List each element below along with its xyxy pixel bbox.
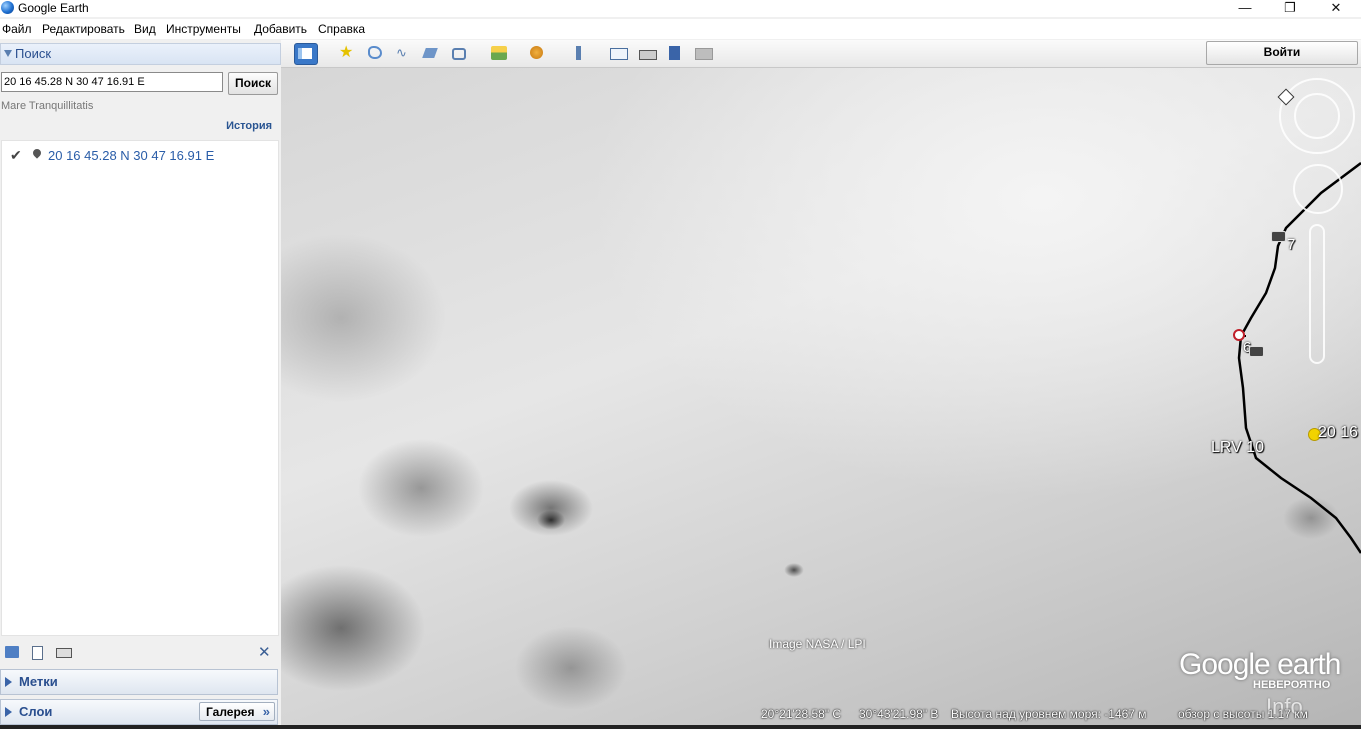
move-control[interactable] (1293, 164, 1343, 214)
search-suggestion[interactable]: Mare Tranquillitatis (1, 100, 93, 112)
gallery-button-label: Галерея (206, 705, 255, 719)
menu-tools[interactable]: Инструменты (166, 22, 241, 36)
collapse-triangle-icon (4, 50, 12, 57)
print-icon[interactable] (636, 43, 658, 63)
latitude-readout: 20°21'28.58" С (761, 707, 842, 721)
status-bar: 20°21'28.58" С 30°43'21.98" В Высота над… (281, 705, 1361, 725)
sunlight-icon[interactable] (488, 43, 510, 63)
add-image-overlay-icon[interactable] (421, 43, 443, 63)
copy-to-places-icon[interactable] (32, 646, 43, 660)
places-panel-title: Метки (19, 674, 58, 689)
double-chevron-icon: » (262, 704, 270, 719)
menu-view[interactable]: Вид (134, 22, 156, 36)
add-path-icon[interactable]: ∿ (393, 43, 415, 63)
add-placemark-icon[interactable]: ★ (336, 43, 358, 63)
menu-edit[interactable]: Редактировать (42, 22, 125, 36)
clear-search-close-icon[interactable]: ✕ (258, 643, 271, 661)
watermark-text: НЕВЕРОЯТНО (1253, 679, 1331, 691)
look-joystick[interactable] (1294, 93, 1340, 139)
search-panel-title: Поиск (15, 46, 52, 61)
elevation-readout: Высота над уровнем моря: -1467 м (951, 707, 1147, 721)
window-title: Google Earth (18, 1, 89, 15)
location-pin-icon (31, 147, 43, 159)
search-result-text[interactable]: 20 16 45.28 N 30 47 16.91 E (48, 148, 214, 163)
bottom-edge (0, 725, 1361, 729)
search-input[interactable]: 20 16 45.28 N 30 47 16.91 E (1, 72, 223, 92)
longitude-readout: 30°43'21.98" В (859, 707, 939, 721)
search-button[interactable]: Поиск (228, 72, 278, 95)
left-panel: Поиск 20 16 45.28 N 30 47 16.91 E Поиск … (0, 40, 281, 729)
map-view[interactable]: 7 6 LRV 10 20 16 Image NASA / LPI Google… (281, 68, 1361, 725)
places-panel-header[interactable]: Метки (0, 669, 278, 695)
rover-track (1237, 162, 1361, 554)
planets-icon[interactable] (527, 43, 549, 63)
add-polygon-icon[interactable] (365, 43, 387, 63)
main-toolbar: ★ ∿ Войти (281, 40, 1361, 68)
google-earth-logo: Google earth (1179, 648, 1341, 681)
maximize-button[interactable]: ❐ (1267, 0, 1313, 17)
eye-altitude-readout: обзор с высоты 1.17 км (1178, 707, 1308, 721)
add-folder-icon[interactable] (5, 646, 19, 658)
search-tools-row: ✕ (0, 644, 281, 664)
close-window-button[interactable]: ✕ (1313, 0, 1359, 17)
save-image-icon[interactable] (664, 43, 686, 63)
expand-triangle-icon (5, 677, 12, 687)
record-tour-icon[interactable] (449, 43, 471, 63)
view-in-maps-icon[interactable] (692, 43, 714, 63)
menu-bar: Файл Редактировать Вид Инструменты Добав… (0, 19, 1361, 39)
menu-file[interactable]: Файл (2, 22, 32, 36)
expand-triangle-icon (5, 707, 12, 717)
lrv-label[interactable]: LRV 10 (1211, 439, 1264, 457)
menu-help[interactable]: Справка (318, 22, 365, 36)
search-panel-header[interactable]: Поиск (0, 43, 281, 65)
camera-icon[interactable] (1249, 346, 1264, 357)
zoom-slider[interactable] (1309, 224, 1325, 364)
ruler-icon[interactable] (568, 43, 590, 63)
search-results-list: ✔ 20 16 45.28 N 30 47 16.91 E (1, 140, 279, 636)
title-bar: Google Earth — ❐ ✕ (0, 0, 1361, 17)
google-earth-app-icon (1, 1, 14, 14)
gallery-button[interactable]: Галерея » (199, 702, 275, 721)
email-icon[interactable] (607, 43, 629, 63)
station-label-7[interactable]: 7 (1287, 236, 1295, 253)
history-link[interactable]: История (226, 120, 272, 132)
layers-panel-title: Слои (19, 704, 53, 719)
sidebar-toggle-icon[interactable] (294, 43, 318, 65)
minimize-button[interactable]: — (1222, 0, 1268, 17)
print-results-icon[interactable] (56, 648, 72, 658)
camera-icon[interactable] (1271, 231, 1286, 242)
placemark-label[interactable]: 20 16 (1318, 424, 1358, 442)
menu-add[interactable]: Добавить (254, 22, 307, 36)
imagery-attribution: Image NASA / LPI (769, 637, 866, 651)
login-button[interactable]: Войти (1206, 41, 1358, 65)
checkmark-icon: ✔ (10, 147, 22, 163)
layers-panel-header[interactable]: Слои Галерея » (0, 699, 278, 725)
